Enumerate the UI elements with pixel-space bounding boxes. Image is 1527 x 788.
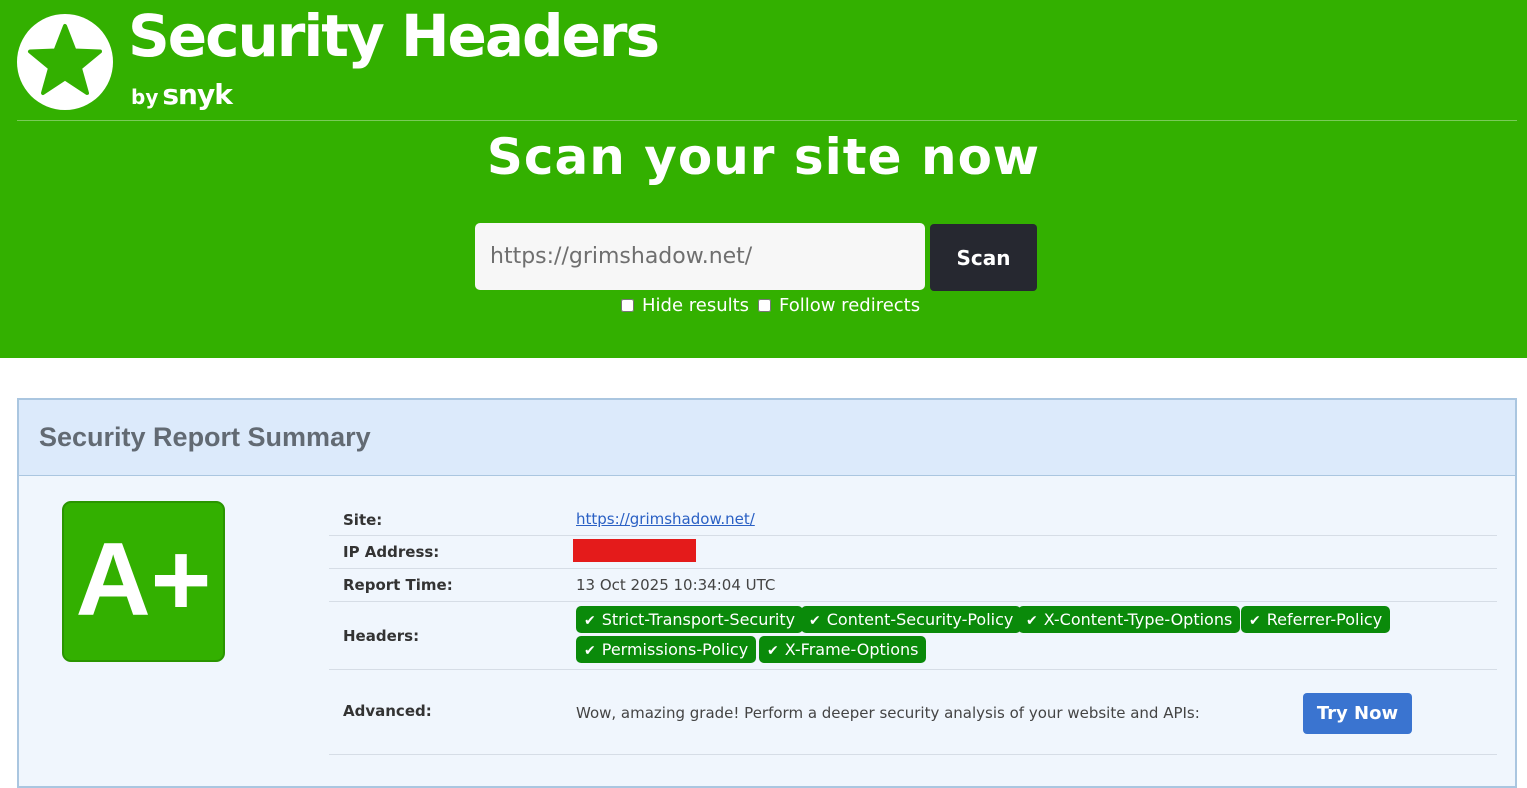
header-badge: ✔ X-Content-Type-Options xyxy=(1018,606,1241,633)
scan-heading: Scan your site now xyxy=(486,128,1041,186)
report-summary-title: Security Report Summary xyxy=(39,422,371,452)
check-icon: ✔ xyxy=(809,613,821,629)
brand-by: by xyxy=(131,85,159,109)
header-badge-label: Content-Security-Policy xyxy=(826,610,1014,629)
ip-redaction xyxy=(573,539,696,562)
header-badge: ✔ X-Frame-Options xyxy=(759,636,927,663)
brand-title: Security Headers xyxy=(128,2,660,70)
header-badge-label: X-Frame-Options xyxy=(784,640,919,659)
grade-value: A+ xyxy=(75,522,212,638)
check-icon: ✔ xyxy=(767,643,779,659)
header-badge-label: Referrer-Policy xyxy=(1266,610,1383,629)
ip-label: IP Address: xyxy=(343,543,440,561)
ip-row: IP Address: xyxy=(329,535,1497,569)
check-icon: ✔ xyxy=(584,643,596,659)
check-icon: ✔ xyxy=(1026,613,1038,629)
report-time-label: Report Time: xyxy=(343,576,453,594)
star-icon xyxy=(28,24,102,95)
brand-byline: by snyk xyxy=(131,78,233,111)
site-row: Site: https://grimshadow.net/ xyxy=(329,503,1497,536)
scan-button[interactable]: Scan xyxy=(930,224,1037,291)
site-link[interactable]: https://grimshadow.net/ xyxy=(576,510,755,528)
header-badge-label: X-Content-Type-Options xyxy=(1043,610,1233,629)
hide-results-label: Hide results xyxy=(642,295,750,316)
headers-row: Headers: ✔ Strict-Transport-Security ✔ Con… xyxy=(329,601,1497,670)
advanced-text: Wow, amazing grade! Perform a deeper sec… xyxy=(576,704,1200,722)
hide-results-option[interactable]: Hide results xyxy=(621,295,749,316)
brand-company: snyk xyxy=(162,78,232,111)
report-summary-panel: Security Report Summary A+ Site: https:/… xyxy=(17,398,1517,788)
header-badge: ✔ Permissions-Policy xyxy=(576,636,757,663)
header-badge-label: Permissions-Policy xyxy=(601,640,749,659)
header-divider xyxy=(17,120,1517,121)
site-value: https://grimshadow.net/ xyxy=(576,510,755,528)
follow-redirects-checkbox[interactable] xyxy=(758,299,771,312)
report-summary-header: Security Report Summary xyxy=(19,400,1515,476)
advanced-label: Advanced: xyxy=(343,702,432,720)
logo[interactable] xyxy=(17,14,113,110)
follow-redirects-label: Follow redirects xyxy=(779,295,921,316)
report-time-row: Report Time: 13 Oct 2025 10:34:04 UTC xyxy=(329,568,1497,602)
site-label: Site: xyxy=(343,511,383,529)
header-badge-label: Strict-Transport-Security xyxy=(601,610,796,629)
header-badge: ✔ Content-Security-Policy xyxy=(801,606,1022,633)
check-icon: ✔ xyxy=(1249,613,1261,629)
header-badge: ✔ Referrer-Policy xyxy=(1241,606,1391,633)
report-time-value: 13 Oct 2025 10:34:04 UTC xyxy=(576,576,776,594)
grade-badge: A+ xyxy=(62,501,225,662)
check-icon: ✔ xyxy=(584,613,596,629)
hide-results-checkbox[interactable] xyxy=(621,299,634,312)
headers-label: Headers: xyxy=(343,627,420,645)
hero-banner: Security Headers by snyk Scan your site n… xyxy=(0,0,1527,358)
header-badge: ✔ Strict-Transport-Security xyxy=(576,606,804,633)
url-input[interactable] xyxy=(475,223,925,290)
follow-redirects-option[interactable]: Follow redirects xyxy=(758,295,920,316)
try-now-button[interactable]: Try Now xyxy=(1303,693,1412,734)
